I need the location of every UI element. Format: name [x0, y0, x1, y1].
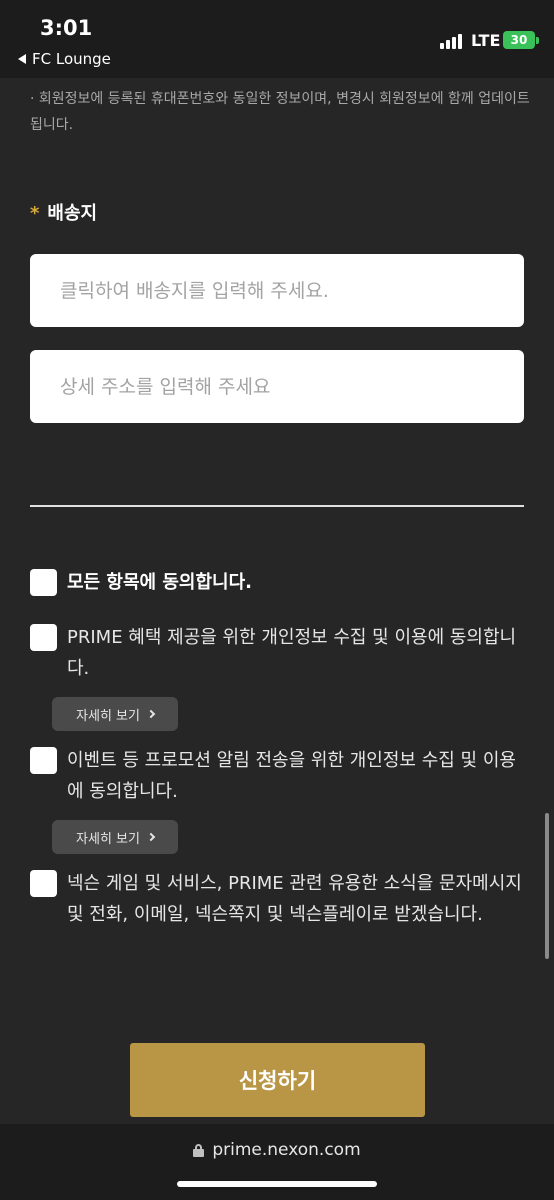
lock-icon [193, 1143, 205, 1157]
agree-marketing-label: 넥슨 게임 및 서비스, PRIME 관련 유용한 소식을 문자메시지 및 전화… [67, 873, 522, 925]
network-type: LTE [471, 31, 501, 50]
address-input[interactable] [30, 254, 524, 327]
status-bar: 3:01 FC Lounge LTE 30 [0, 0, 554, 78]
back-triangle-icon [18, 54, 26, 64]
privacy-detail-label: 자세히 보기 [76, 708, 140, 724]
phone-notice-text: · 회원정보에 등록된 휴대폰번호와 동일한 정보이며, 변경시 회원정보에 함… [30, 91, 530, 133]
shipping-title-label: 배송지 [47, 203, 98, 224]
url-text: prime.nexon.com [212, 1140, 361, 1160]
signal-strength-icon [440, 34, 462, 49]
agree-promotion-label: 이벤트 등 프로모션 알림 전송을 위한 개인정보 수집 및 이용에 동의합니다… [67, 750, 516, 802]
agree-privacy-checkbox[interactable] [30, 624, 57, 651]
clock: 3:01 [40, 16, 93, 40]
agree-item-marketing-row[interactable]: 넥슨 게임 및 서비스, PRIME 관련 유용한 소식을 문자메시지 및 전화… [30, 868, 524, 930]
section-divider [30, 505, 524, 507]
required-mark: * [30, 203, 40, 224]
agree-promotion-checkbox[interactable] [30, 747, 57, 774]
submit-button[interactable]: 신청하기 [130, 1043, 425, 1117]
back-to-app-button[interactable]: FC Lounge [18, 50, 111, 68]
agree-item-promotion-row[interactable]: 이벤트 등 프로모션 알림 전송을 위한 개인정보 수집 및 이용에 동의합니다… [30, 745, 524, 807]
agree-privacy-label: PRIME 혜택 제공을 위한 개인정보 수집 및 이용에 동의합니다. [67, 627, 517, 679]
agree-marketing-checkbox[interactable] [30, 870, 57, 897]
back-app-label: FC Lounge [32, 50, 111, 68]
promotion-detail-button[interactable]: 자세히 보기 [52, 820, 178, 854]
privacy-detail-button[interactable]: 자세히 보기 [52, 697, 178, 731]
promotion-detail-label: 자세히 보기 [76, 831, 140, 847]
scrollbar[interactable] [545, 813, 549, 959]
chevron-right-icon [146, 709, 156, 719]
agree-all-checkbox[interactable] [30, 569, 57, 596]
detail-address-input[interactable] [30, 350, 524, 423]
home-indicator[interactable] [177, 1181, 377, 1187]
browser-url-bar[interactable]: prime.nexon.com [0, 1124, 554, 1200]
battery-nub [536, 37, 539, 44]
agree-all-label: 모든 항목에 동의합니다. [67, 572, 252, 593]
chevron-right-icon [146, 832, 156, 842]
battery-icon: 30 [503, 31, 535, 49]
url-display[interactable]: prime.nexon.com [0, 1140, 554, 1160]
agree-all-row[interactable]: 모든 항목에 동의합니다. [30, 567, 524, 598]
agree-item-privacy-row[interactable]: PRIME 혜택 제공을 위한 개인정보 수집 및 이용에 동의합니다. [30, 622, 524, 684]
shipping-section-title: * 배송지 [30, 199, 97, 225]
